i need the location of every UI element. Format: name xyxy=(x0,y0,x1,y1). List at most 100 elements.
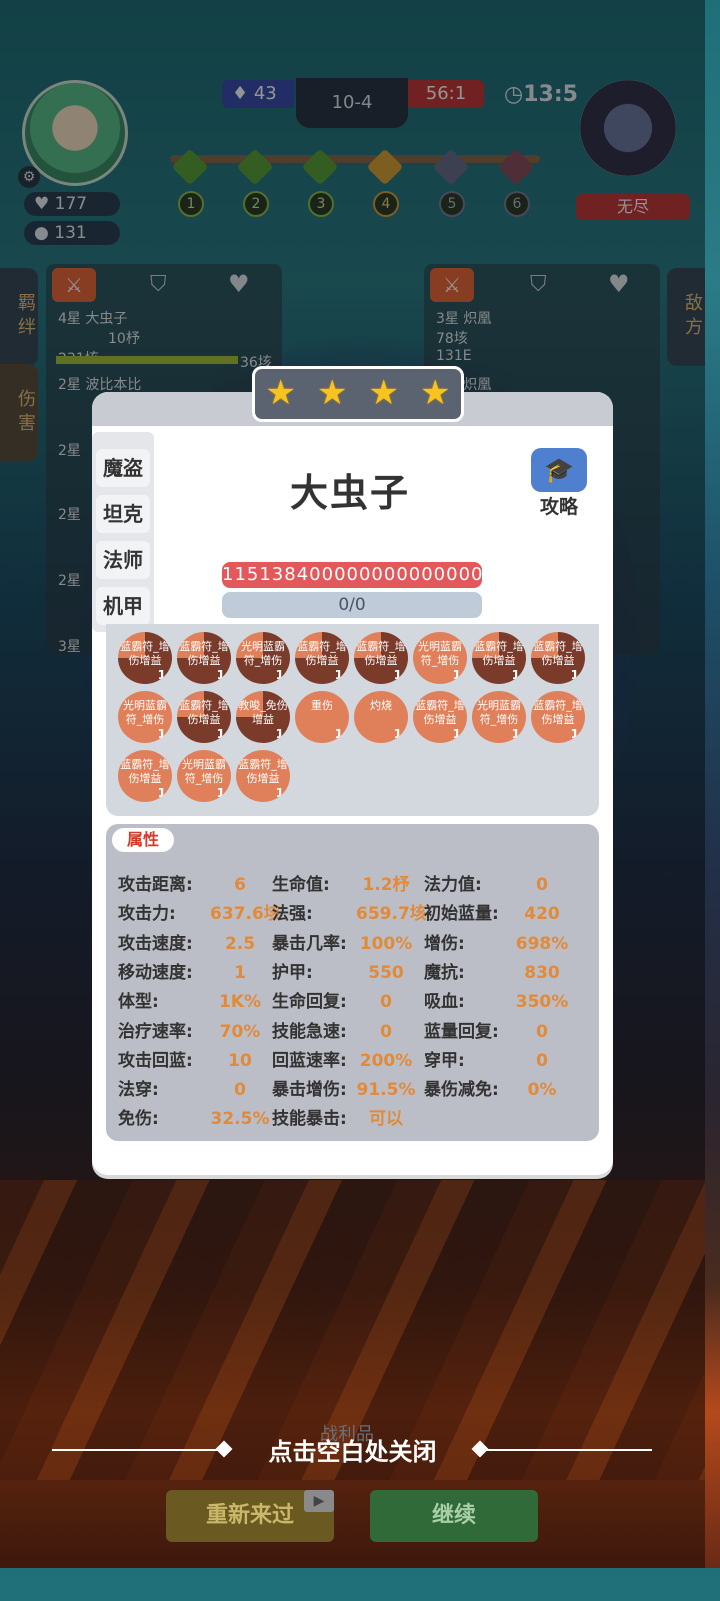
attribute-label: 法穿: xyxy=(118,1080,159,1101)
attribute-label: 技能急速: xyxy=(272,1021,347,1042)
attribute-label: 生命值: xyxy=(272,875,330,895)
buff-item-label: 光明蓝霸符_增伤 xyxy=(477,699,521,726)
attribute-value: 70% xyxy=(219,1021,261,1042)
mana-bar: 0/0 xyxy=(222,592,482,618)
attribute-row: 蓝量回复: 0 xyxy=(424,1017,572,1042)
attribute-row: 法力值: 0 xyxy=(424,870,572,895)
attribute-row: 攻击力: 637.6垓 xyxy=(118,899,281,925)
attribute-value: 91.5% xyxy=(356,1080,416,1101)
attribute-label: 初始蓝量: xyxy=(424,904,499,925)
attribute-label: 治疗速率: xyxy=(118,1021,193,1042)
divider-right xyxy=(486,1449,652,1451)
attribute-row: 暴伤减免: 0% xyxy=(424,1075,572,1100)
buff-item[interactable]: 蓝霸符_增伤增益 1 xyxy=(177,632,231,684)
attribute-value: 1K% xyxy=(218,992,262,1013)
buff-item-label: 光明蓝霸符_增伤 xyxy=(241,640,285,667)
retry-label: 重新来过 xyxy=(205,1503,294,1528)
buff-item-count: 1 xyxy=(157,786,166,800)
attribute-value: 550 xyxy=(368,962,404,983)
attribute-value: 830 xyxy=(524,962,560,983)
buff-item[interactable]: 光明蓝霸符_增伤 1 xyxy=(118,691,172,743)
attribute-row: 攻击距离: 6 xyxy=(118,870,270,895)
attribute-row: 免伤: 32.5% xyxy=(118,1104,270,1129)
buff-item[interactable]: 蓝霸符_增伤增益 1 xyxy=(236,750,290,802)
buff-item-count: 1 xyxy=(570,727,579,741)
attribute-row: 体型: 1K% xyxy=(118,987,270,1012)
attribute-value: 可以 xyxy=(369,1109,403,1130)
attribute-label: 暴伤减免: xyxy=(424,1080,499,1101)
buff-item-label: 蓝霸符_增伤增益 xyxy=(297,640,347,667)
buff-item-count: 1 xyxy=(452,668,461,682)
buff-item[interactable]: 蓝霸符_增伤增益 1 xyxy=(295,632,349,684)
buff-item[interactable]: 蓝霸符_增伤增益 1 xyxy=(177,691,231,743)
star-icon: ★ xyxy=(420,373,451,413)
attribute-label: 体型: xyxy=(118,992,159,1013)
buff-item[interactable]: 光明蓝霸符_增伤 1 xyxy=(177,750,231,802)
buff-item[interactable]: 蓝霸符_增伤增益 1 xyxy=(531,691,585,743)
buff-item[interactable]: 光明蓝霸符_增伤 1 xyxy=(472,691,526,743)
attribute-value: 32.5% xyxy=(210,1109,270,1130)
video-icon: ▶ xyxy=(304,1490,334,1512)
buff-item[interactable]: 蓝霸符_增伤增益 1 xyxy=(118,632,172,684)
continue-button[interactable]: 继续 xyxy=(370,1490,538,1542)
attribute-row: 治疗速率: 70% xyxy=(118,1017,270,1042)
attribute-value: 637.6垓 xyxy=(210,904,281,925)
buff-list[interactable]: 蓝霸符_增伤增益 1 蓝霸符_增伤增益 1 光明蓝霸符_增伤 1 蓝霸符_增伤增益 1 蓝霸符_… xyxy=(106,624,599,816)
attribute-row: 法穿: 0 xyxy=(118,1075,270,1100)
buff-item-label: 蓝霸符_增伤增益 xyxy=(474,640,524,667)
attribute-value: 1.2杼 xyxy=(362,875,410,895)
attribute-label: 魔抗: xyxy=(424,962,465,983)
attribute-row: 增伤: 698% xyxy=(424,929,572,954)
buff-item-label: 蓝霸符_增伤增益 xyxy=(179,699,229,726)
attribute-value: 200% xyxy=(359,1050,413,1071)
trait-tag[interactable]: 魔盗 xyxy=(96,449,150,487)
attribute-row: 初始蓝量: 420 xyxy=(424,899,572,924)
buff-item-label: 光明蓝霸符_增伤 xyxy=(182,758,226,785)
attribute-label: 攻击力: xyxy=(118,904,176,925)
attribute-value: 659.7垓 xyxy=(356,904,427,925)
attribute-value: 0 xyxy=(234,1080,246,1101)
attribute-label: 移动速度: xyxy=(118,962,193,983)
buff-item[interactable]: 光明蓝霸符_增伤 1 xyxy=(413,632,467,684)
trait-tag[interactable]: 坦克 xyxy=(96,495,150,533)
buff-item[interactable]: 教唆_免伤增益 1 xyxy=(236,691,290,743)
attribute-row: 暴击几率: 100% xyxy=(272,929,416,954)
buff-item[interactable]: 灼烧 1 xyxy=(354,691,408,743)
buff-item[interactable]: 蓝霸符_增伤增益 1 xyxy=(472,632,526,684)
attribute-title: 属性 xyxy=(112,828,174,852)
attribute-value: 2.5 xyxy=(224,933,256,954)
buff-item-count: 1 xyxy=(275,668,284,682)
attribute-label: 吸血: xyxy=(424,992,465,1013)
attribute-label: 生命回复: xyxy=(272,992,347,1013)
buff-item-count: 1 xyxy=(393,727,402,741)
attribute-label: 蓝量回复: xyxy=(424,1021,499,1042)
attribute-value: 0 xyxy=(536,875,548,895)
buff-item[interactable]: 蓝霸符_增伤增益 1 xyxy=(118,750,172,802)
attribute-grid: 攻击距离: 6 生命值: 1.2杼 法力值: 0 攻击力: 637.6垓 法强: 659.7垓 初始… xyxy=(118,870,598,1130)
attribute-row: 生命回复: 0 xyxy=(272,987,416,1012)
attribute-row: 回蓝速率: 200% xyxy=(272,1046,416,1071)
buff-item-label: 蓝霸符_增伤增益 xyxy=(179,640,229,667)
guide-button[interactable]: 🎓 攻略 xyxy=(524,448,594,520)
buff-item[interactable]: 蓝霸符_增伤增益 1 xyxy=(413,691,467,743)
trait-tag[interactable]: 法师 xyxy=(96,541,150,579)
buff-item[interactable]: 蓝霸符_增伤增益 1 xyxy=(354,632,408,684)
buff-item-count: 1 xyxy=(216,668,225,682)
buff-item[interactable]: 光明蓝霸符_增伤 1 xyxy=(236,632,290,684)
attribute-value: 100% xyxy=(359,933,413,954)
attribute-value: 10 xyxy=(228,1050,252,1071)
attribute-label: 攻击回蓝: xyxy=(118,1050,193,1071)
buff-item-label: 光明蓝霸符_增伤 xyxy=(123,699,167,726)
trait-tag[interactable]: 机甲 xyxy=(96,587,150,625)
buff-item-count: 1 xyxy=(275,786,284,800)
buff-item[interactable]: 重伤 1 xyxy=(295,691,349,743)
attribute-value: 698% xyxy=(515,933,569,954)
buff-item-count: 1 xyxy=(511,727,520,741)
attribute-value: 0 xyxy=(536,1050,548,1071)
attribute-label: 法力值: xyxy=(424,875,482,895)
buff-item[interactable]: 蓝霸符_增伤增益 1 xyxy=(531,632,585,684)
attribute-label: 穿甲: xyxy=(424,1050,465,1071)
buff-grid: 蓝霸符_增伤增益 1 蓝霸符_增伤增益 1 光明蓝霸符_增伤 1 蓝霸符_增伤增益 1 蓝霸符_… xyxy=(106,624,599,816)
buff-item-count: 1 xyxy=(334,668,343,682)
attribute-label: 护甲: xyxy=(272,962,313,983)
